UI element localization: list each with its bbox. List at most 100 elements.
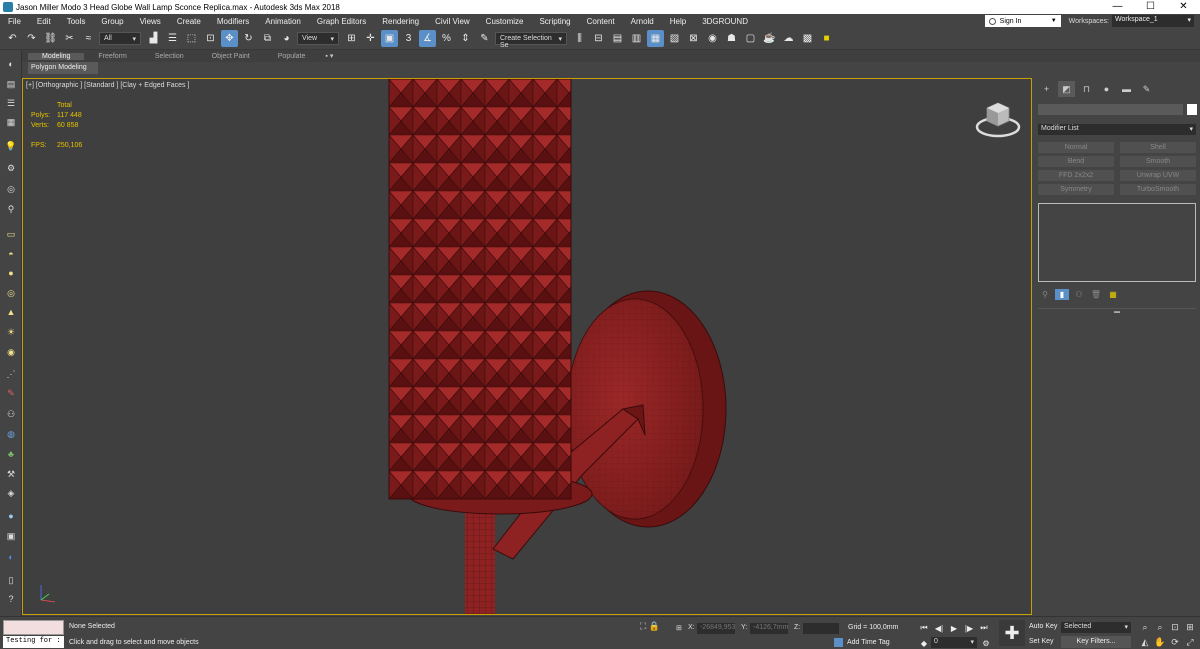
maximize-viewport-icon[interactable]: ⤢ xyxy=(1184,636,1196,648)
auto-key-button[interactable]: Auto Key xyxy=(1029,623,1057,630)
a360-gallery-icon[interactable]: ■ xyxy=(818,30,835,47)
rectangular-selection-icon[interactable]: ⬚ xyxy=(183,30,200,47)
menu-customize[interactable]: Customize xyxy=(478,17,532,26)
keyboard-shortcut-override-icon[interactable]: ▣ xyxy=(381,30,398,47)
z-coordinate-field[interactable] xyxy=(803,623,839,634)
box-icon[interactable]: ▭ xyxy=(4,228,18,240)
create-tab-icon[interactable]: + xyxy=(1038,81,1055,97)
zoom-all-icon[interactable]: ⌕ xyxy=(1154,621,1166,633)
sign-in-button[interactable]: Sign In ▼ xyxy=(984,15,1061,27)
manipulate-icon[interactable]: ✛ xyxy=(362,30,379,47)
toggle-scene-explorer-icon[interactable]: ▤ xyxy=(609,30,626,47)
selection-filter-dropdown[interactable]: All ▾ xyxy=(99,32,141,45)
snaps-toggle-icon[interactable]: 3 xyxy=(400,30,417,47)
create-selection-icon[interactable]: ◐ xyxy=(4,58,18,70)
help-icon[interactable]: ? xyxy=(4,593,18,605)
menu-rendering[interactable]: Rendering xyxy=(374,17,427,26)
toggle-ribbon-icon[interactable]: ▦ xyxy=(647,30,664,47)
teapot-icon[interactable]: ◉ xyxy=(4,346,18,358)
menu-views[interactable]: Views xyxy=(132,17,169,26)
menu-scripting[interactable]: Scripting xyxy=(531,17,578,26)
render-iterative-icon[interactable]: ▩ xyxy=(799,30,816,47)
tool-icon[interactable]: ⚒ xyxy=(4,468,18,480)
render-sphere-icon[interactable]: ◐ xyxy=(4,551,18,563)
robot-icon[interactable]: ⚇ xyxy=(4,408,18,420)
menu-3dground[interactable]: 3DGROUND xyxy=(694,17,756,26)
menu-file[interactable]: File xyxy=(0,17,29,26)
menu-help[interactable]: Help xyxy=(662,17,694,26)
orbit-icon[interactable]: ⟳ xyxy=(1169,636,1181,648)
display-tab-icon[interactable]: ▬ xyxy=(1118,81,1135,97)
tab-populate[interactable]: Populate xyxy=(264,53,320,60)
torus-icon[interactable]: ◎ xyxy=(4,287,18,299)
layers-icon[interactable]: ▣ xyxy=(4,530,18,542)
zoom-extents-all-icon[interactable]: ⊞ xyxy=(1184,621,1196,633)
object-name-field[interactable] xyxy=(1038,104,1183,115)
tab-modeling[interactable]: Modeling xyxy=(28,52,85,60)
tab-selection[interactable]: Selection xyxy=(141,53,198,60)
systems-icon[interactable]: ⚲ xyxy=(4,203,18,215)
y-coordinate-field[interactable]: -4126,7mm xyxy=(750,623,788,634)
minimize-button[interactable]: — xyxy=(1101,0,1134,14)
time-configuration-icon[interactable]: ⚙ xyxy=(980,637,992,649)
spinner-snap-icon[interactable]: ⇕ xyxy=(457,30,474,47)
go-to-end-icon[interactable]: ⏭ xyxy=(978,622,990,634)
menu-animation[interactable]: Animation xyxy=(257,17,309,26)
tab-object-paint[interactable]: Object Paint xyxy=(198,53,264,60)
render-online-icon[interactable]: ☁ xyxy=(780,30,797,47)
viewport-label[interactable]: [+] [Orthographic ] [Standard ] [Clay + … xyxy=(26,82,189,89)
material-sphere-icon[interactable]: ● xyxy=(4,510,18,522)
bind-space-warp-icon[interactable]: ≈ xyxy=(80,30,97,47)
configure-modifier-sets-icon[interactable]: ▦ xyxy=(1106,289,1120,300)
menu-content[interactable]: Content xyxy=(579,17,623,26)
link-icon[interactable]: ⛓ xyxy=(42,30,59,47)
named-selection-set-dropdown[interactable]: Create Selection Se ▾ xyxy=(495,32,567,49)
percent-snap-icon[interactable]: % xyxy=(438,30,455,47)
set-key-button[interactable]: Set Key xyxy=(1029,638,1054,645)
menu-civil-view[interactable]: Civil View xyxy=(427,17,478,26)
material-sample-icon[interactable]: ◈ xyxy=(4,487,18,499)
helper-icon[interactable]: ⚙ xyxy=(4,162,18,174)
add-time-tag-button[interactable]: Add Time Tag xyxy=(834,638,890,647)
maxscript-listener-swatch[interactable] xyxy=(3,620,64,635)
scene-explorer-icon[interactable]: ▤ xyxy=(4,78,18,90)
schematic-view-icon[interactable]: ⊠ xyxy=(685,30,702,47)
redo-icon[interactable]: ↷ xyxy=(23,30,40,47)
modifier-button[interactable]: Bend xyxy=(1038,156,1114,167)
field-of-view-icon[interactable]: ◭ xyxy=(1139,636,1151,648)
edit-named-selection-icon[interactable]: ✎ xyxy=(476,30,493,47)
render-production-icon[interactable]: ☕ xyxy=(761,30,778,47)
workspace-dropdown[interactable]: Workspace_1 ▾ xyxy=(1112,15,1194,27)
grid-icon[interactable]: ⋰ xyxy=(4,368,18,380)
tree-icon[interactable]: ♣ xyxy=(4,448,18,460)
hierarchy-tab-icon[interactable]: ⊓ xyxy=(1078,81,1095,97)
previous-frame-icon[interactable]: ◀| xyxy=(933,622,945,634)
zoom-icon[interactable]: ⌕ xyxy=(1139,621,1151,633)
play-icon[interactable]: ▶ xyxy=(948,622,960,634)
modifier-button[interactable]: FFD 2x2x2 xyxy=(1038,170,1114,181)
object-color-swatch[interactable] xyxy=(1187,104,1197,115)
select-by-name-icon[interactable]: ☰ xyxy=(164,30,181,47)
zoom-extents-icon[interactable]: ⊡ xyxy=(1169,621,1181,633)
key-mode-toggle-icon[interactable]: ◆ xyxy=(918,637,930,649)
key-filters-button[interactable]: Key Filters... xyxy=(1061,636,1131,648)
space-warp-icon[interactable]: ◎ xyxy=(4,183,18,195)
menu-arnold[interactable]: Arnold xyxy=(623,17,662,26)
cone-icon[interactable]: ▲ xyxy=(4,306,18,318)
viewport[interactable]: [+] [Orthographic ] [Standard ] [Clay + … xyxy=(22,78,1032,615)
show-end-result-icon[interactable]: ▮ xyxy=(1055,288,1069,300)
sphere-icon[interactable]: ● xyxy=(4,267,18,279)
display-list-icon[interactable]: ▦ xyxy=(4,116,18,128)
panel-icon[interactable]: ▯ xyxy=(4,574,18,586)
make-unique-icon[interactable]: ⚇ xyxy=(1072,289,1086,300)
modifier-button[interactable]: TurboSmooth xyxy=(1120,184,1196,195)
paint-brush-icon[interactable]: ✎ xyxy=(4,387,18,399)
menu-create[interactable]: Create xyxy=(169,17,209,26)
viewcube-icon[interactable] xyxy=(975,99,1021,139)
polygon-modeling-panel[interactable]: Polygon Modeling xyxy=(28,62,98,74)
undo-icon[interactable]: ↶ xyxy=(4,30,21,47)
isolate-selection-icon[interactable]: ⛶ 🔒 xyxy=(640,621,660,632)
menu-graph-editors[interactable]: Graph Editors xyxy=(309,17,374,26)
select-object-icon[interactable]: ▟ xyxy=(145,30,162,47)
angle-snap-icon[interactable]: ∡ xyxy=(419,30,436,47)
